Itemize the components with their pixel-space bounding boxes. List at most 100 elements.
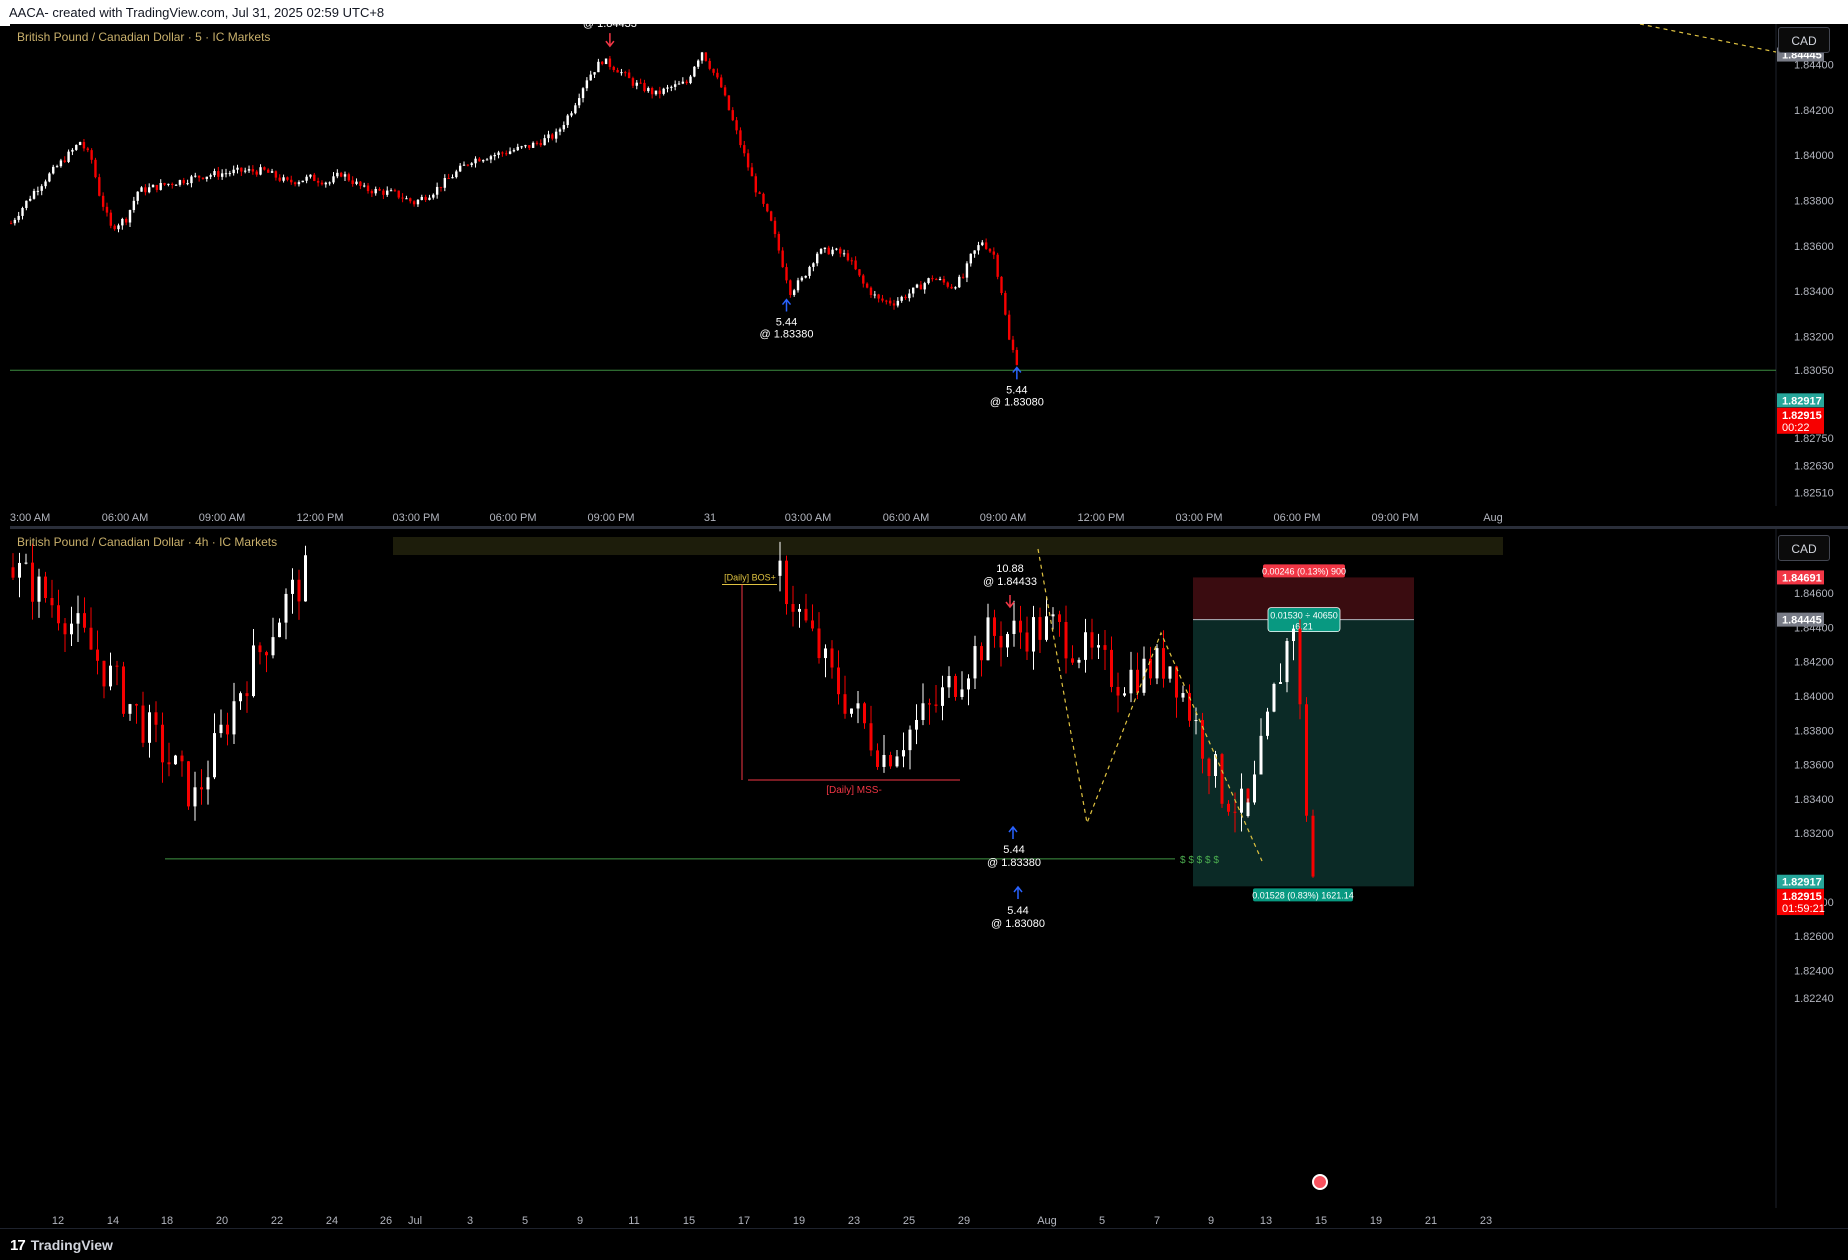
- candle-body: [124, 218, 128, 223]
- x-tick-label: 17: [738, 1215, 750, 1227]
- candle-body: [432, 194, 435, 198]
- candle-body: [562, 125, 566, 130]
- price-label-text: 1.82915: [1782, 410, 1822, 422]
- candle-body: [96, 649, 99, 661]
- candle-body: [293, 182, 297, 185]
- x-tick-label: 7: [1154, 1215, 1160, 1227]
- candle-body: [1227, 803, 1230, 812]
- candle-body: [1142, 658, 1146, 693]
- top-currency-button[interactable]: CAD: [1778, 27, 1830, 53]
- candle-body: [1025, 632, 1029, 652]
- candle-body: [1090, 632, 1094, 648]
- candle-body: [232, 169, 235, 174]
- candle-body: [386, 190, 389, 195]
- mss-label: [Daily] MSS-: [826, 785, 882, 796]
- candle-body: [50, 598, 54, 606]
- candle-body: [13, 219, 17, 224]
- x-tick-label: 5: [1099, 1215, 1105, 1227]
- candle-body: [201, 177, 205, 179]
- candle-body: [827, 247, 830, 255]
- candle-body: [154, 712, 158, 725]
- candle-body: [252, 645, 255, 697]
- candle-body: [620, 72, 623, 74]
- candle-body: [554, 131, 558, 139]
- candle-body: [1004, 293, 1007, 315]
- bottom-chart-svg[interactable]: 1.846001.844001.842001.840001.838001.836…: [10, 529, 1848, 1228]
- tradingview-logo[interactable]: 17 TradingView: [10, 1236, 113, 1254]
- liquidity-label: $ $ $ $ $: [1180, 855, 1219, 866]
- candle-body: [205, 176, 208, 179]
- candle-body: [516, 146, 519, 151]
- candle-body: [798, 608, 801, 612]
- annotation-value: 5.44: [1003, 844, 1024, 856]
- candle-body: [255, 171, 258, 175]
- candle-body: [470, 163, 473, 165]
- bottom-currency-button[interactable]: CAD: [1778, 535, 1830, 561]
- candle-body: [700, 52, 704, 61]
- candle-body: [144, 187, 147, 193]
- candle-body: [282, 177, 285, 181]
- candle-body: [1292, 628, 1295, 642]
- candle-body: [520, 146, 523, 148]
- candle-body: [1266, 711, 1269, 736]
- candle-body: [935, 279, 938, 281]
- candle-body: [439, 186, 443, 188]
- top-chart-svg[interactable]: 1.844001.842001.840001.838001.836001.834…: [10, 24, 1848, 526]
- y-tick-label: 1.83800: [1794, 196, 1834, 208]
- y-tick-label: 1.83200: [1794, 828, 1834, 840]
- candle-body: [627, 72, 631, 79]
- candle-body: [75, 144, 78, 150]
- candle-body: [24, 562, 28, 564]
- candle-body: [712, 68, 715, 73]
- candle-body: [194, 175, 197, 177]
- header-title: AACA- created with TradingView.com, Jul …: [9, 5, 385, 20]
- candle-body: [743, 145, 746, 154]
- candle-body: [115, 665, 119, 667]
- candle-body: [758, 192, 761, 194]
- candle-body: [132, 200, 136, 211]
- candle-body: [420, 196, 423, 200]
- candle-body: [928, 703, 931, 705]
- candle-body: [109, 665, 112, 687]
- candle-body: [589, 74, 592, 81]
- candle-body: [370, 191, 374, 194]
- candle-body: [908, 293, 911, 299]
- candle-body: [259, 167, 262, 175]
- candle-body: [984, 242, 988, 249]
- candle-body: [524, 145, 527, 147]
- candle-body: [1162, 648, 1165, 679]
- bottom-chart-pane[interactable]: 1.84600 1.84400 1.84200 1.84000 1.83800 1.836…: [10, 529, 1848, 1228]
- candle-body: [297, 182, 301, 185]
- candle-body: [1071, 658, 1074, 663]
- alert-icon[interactable]: [1312, 1174, 1328, 1190]
- candle-body: [677, 83, 681, 85]
- candle-body: [148, 712, 151, 743]
- price-label-countdown: 00:22: [1782, 422, 1810, 434]
- x-tick-label: 09:00 PM: [1371, 512, 1418, 524]
- candle-body: [447, 178, 450, 180]
- candle-body: [1011, 339, 1015, 350]
- bos-label: [Daily] BOS+: [724, 572, 776, 582]
- candle-body: [531, 142, 535, 148]
- candle-body: [497, 152, 500, 155]
- candle-body: [720, 77, 723, 88]
- candle-body: [1233, 811, 1237, 813]
- candle-body: [915, 284, 919, 288]
- candle-body: [739, 130, 742, 146]
- candle-body: [190, 176, 193, 184]
- candle-body: [435, 186, 439, 195]
- candle-body: [808, 266, 811, 276]
- candle-body: [83, 613, 86, 628]
- candle-body: [141, 705, 145, 743]
- candle-body: [76, 613, 80, 624]
- candle-body: [766, 203, 769, 212]
- candle-body: [697, 60, 700, 67]
- candle-body: [148, 187, 151, 193]
- candle-body: [409, 198, 412, 202]
- candle-body: [197, 175, 201, 178]
- candle-body: [1298, 628, 1302, 705]
- top-chart-pane[interactable]: 1.84400 1.84200 1.84000 1.83800 1.83600 1.834…: [10, 24, 1848, 526]
- candle-body: [493, 154, 496, 157]
- candle-body: [816, 253, 819, 264]
- candle-body: [301, 180, 304, 183]
